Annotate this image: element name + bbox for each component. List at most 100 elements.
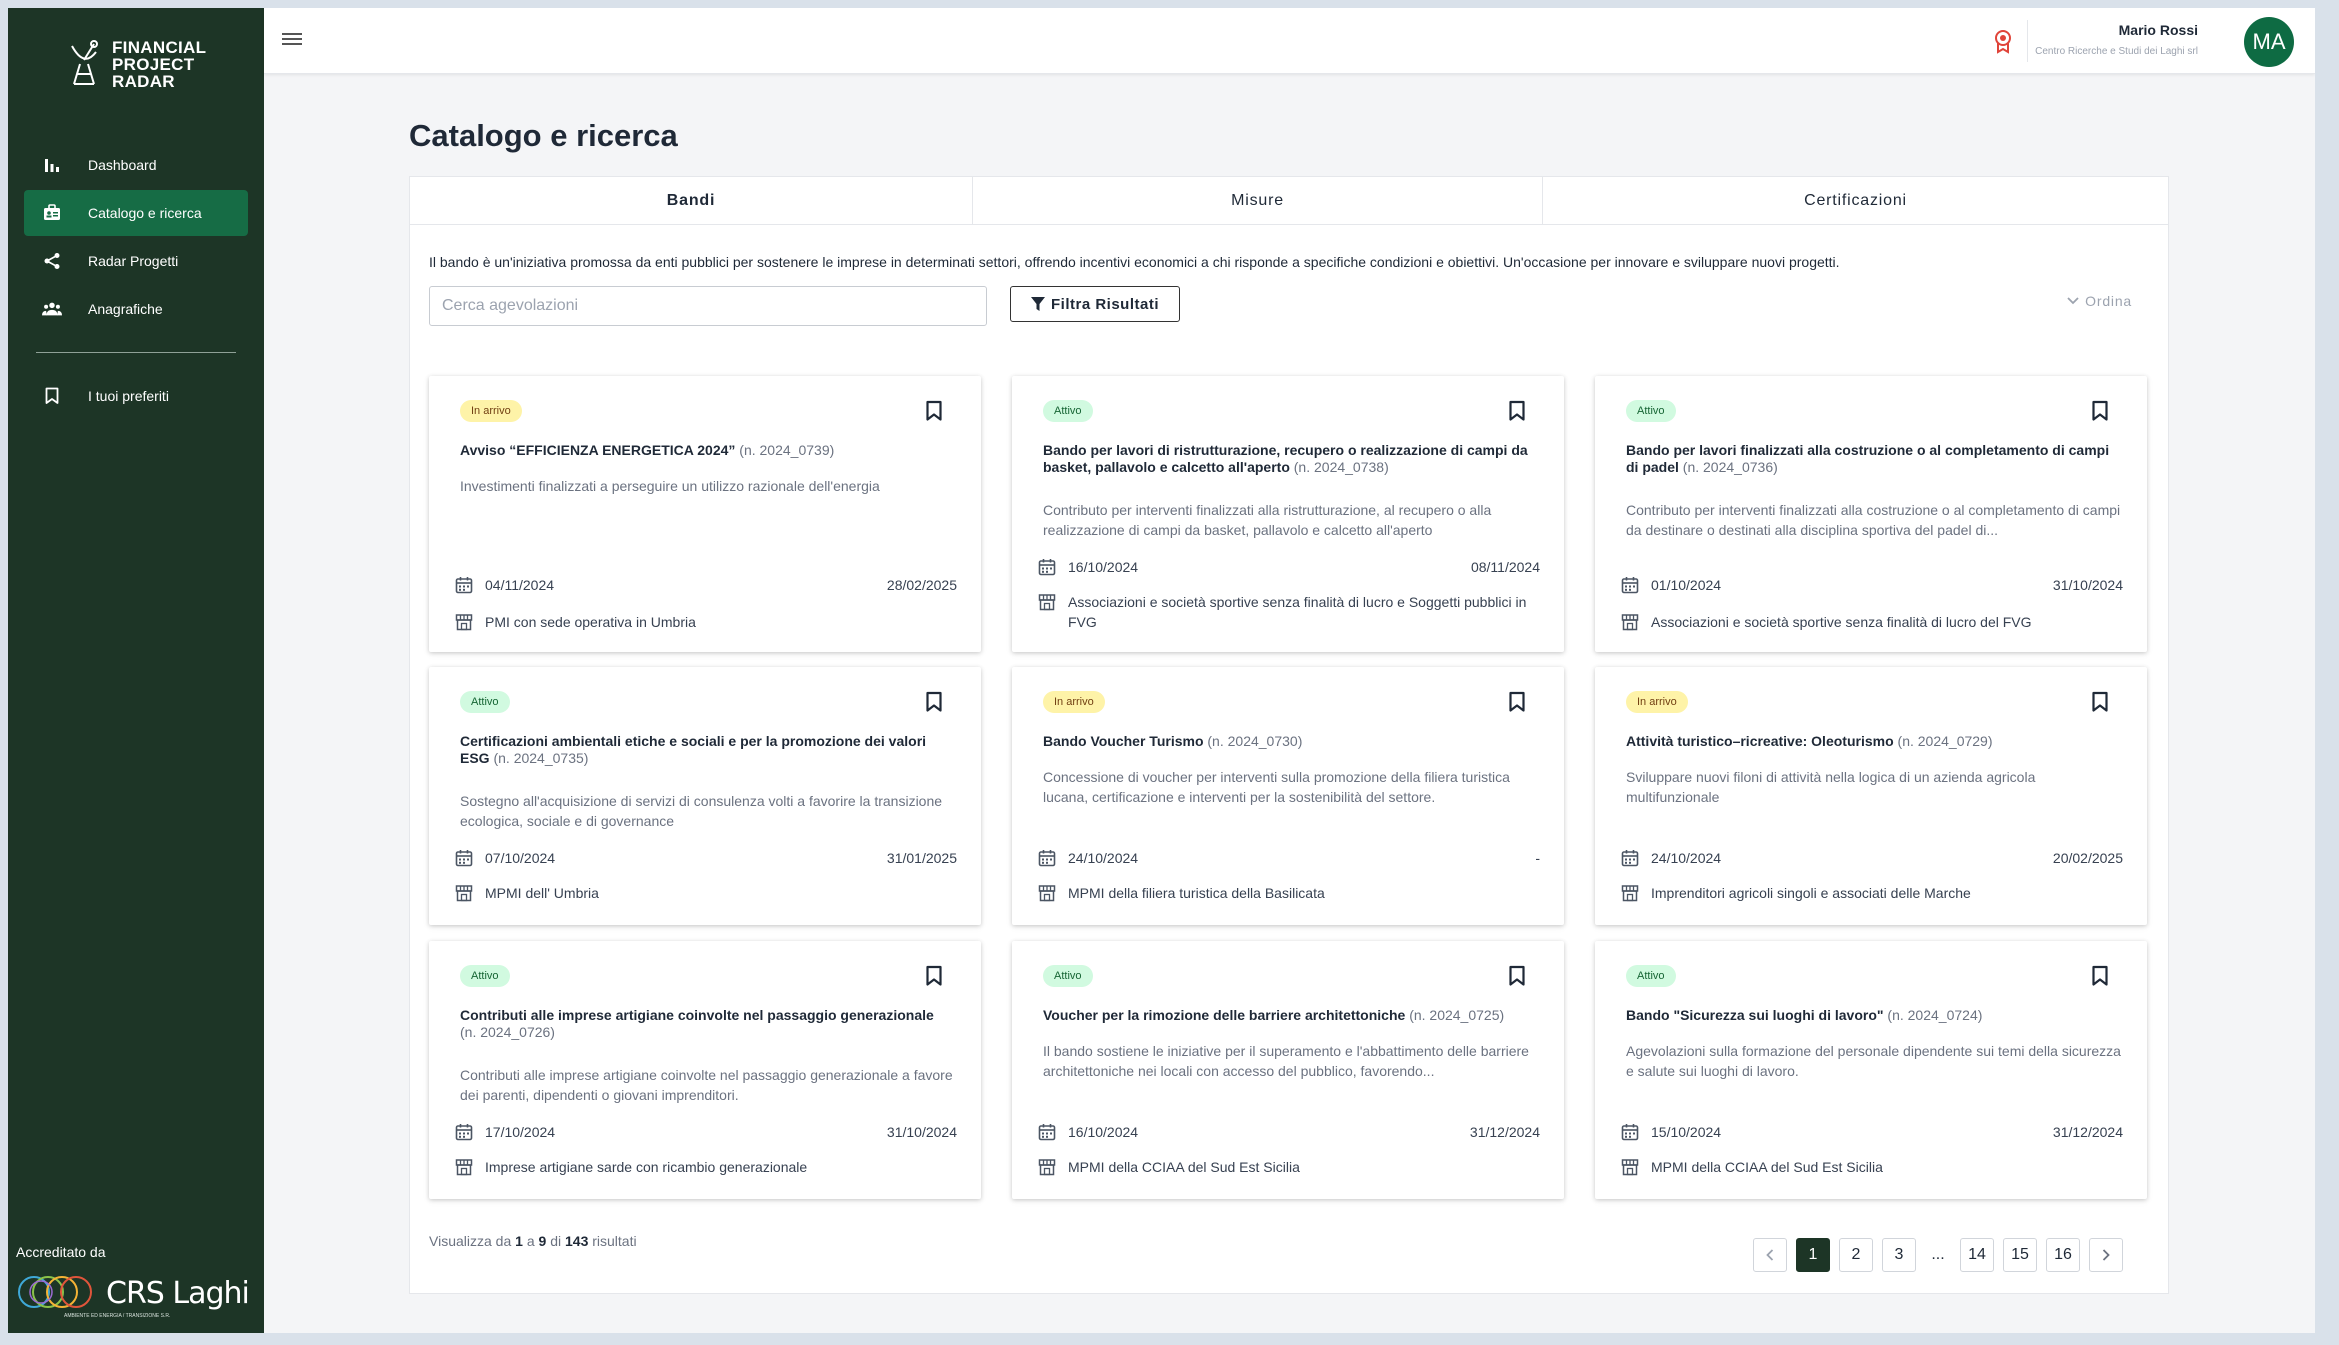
card-description: Investimenti finalizzati a perseguire un… xyxy=(460,478,880,494)
beneficiaries-text: Associazioni e società sportive senza fi… xyxy=(1651,614,2032,630)
chevron-right-icon xyxy=(2102,1249,2110,1261)
card-start-date: 07/10/2024 xyxy=(455,849,555,867)
bookmark-button[interactable] xyxy=(925,691,943,713)
page-button-14[interactable]: 14 xyxy=(1960,1238,1994,1272)
sidebar-item-catalogo[interactable]: Catalogo e ricerca xyxy=(24,190,248,236)
brand-logo[interactable]: FINANCIAL PROJECT RADAR xyxy=(66,38,206,90)
results-to: 9 xyxy=(538,1233,547,1249)
tab-bandi[interactable]: Bandi xyxy=(410,177,973,224)
bookmark-button[interactable] xyxy=(1508,965,1526,987)
bando-card[interactable]: In arrivo Bando Voucher Turismo (n. 2024… xyxy=(1012,667,1564,925)
bando-card[interactable]: In arrivo Avviso “EFFICIENZA ENERGETICA … xyxy=(429,376,981,652)
brand-line-1: FINANCIAL xyxy=(112,37,207,57)
store-icon xyxy=(1038,1159,1056,1176)
calendar-icon xyxy=(455,1124,473,1141)
card-number: (n. 2024_0724) xyxy=(1887,1007,1983,1023)
card-title[interactable]: Avviso “EFFICIENZA ENERGETICA 2024” (n. … xyxy=(460,442,950,459)
card-title[interactable]: Attività turistico–ricreative: Oleoturis… xyxy=(1626,733,2116,750)
card-title[interactable]: Voucher per la rimozione delle barriere … xyxy=(1043,1007,1533,1024)
award-icon[interactable] xyxy=(1994,28,2012,54)
page-button-16[interactable]: 16 xyxy=(2046,1238,2080,1272)
card-number: (n. 2024_0739) xyxy=(739,442,835,458)
results-total: 143 xyxy=(565,1233,589,1249)
pagination: 1 2 3 ... 14 15 16 xyxy=(1753,1238,2123,1272)
avatar[interactable]: MA xyxy=(2244,17,2294,67)
start-date-text: 07/10/2024 xyxy=(485,850,556,866)
sort-dropdown[interactable]: Ordina xyxy=(2067,293,2132,309)
card-beneficiaries: MPMI della CCIAA del Sud Est Sicilia xyxy=(1621,1157,2121,1177)
card-title[interactable]: Bando per lavori di ristrutturazione, re… xyxy=(1043,442,1533,476)
menu-toggle-icon[interactable] xyxy=(282,30,302,50)
page-button-3[interactable]: 3 xyxy=(1882,1238,1916,1272)
sidebar-item-radar-progetti[interactable]: Radar Progetti xyxy=(24,238,248,284)
start-date-text: 16/10/2024 xyxy=(1068,559,1139,575)
store-icon xyxy=(1038,594,1056,611)
bookmark-button[interactable] xyxy=(2091,965,2109,987)
sidebar-item-preferiti[interactable]: I tuoi preferiti xyxy=(24,373,248,419)
card-title-text: Voucher per la rimozione delle barriere … xyxy=(1043,1007,1406,1023)
card-start-date: 16/10/2024 xyxy=(1038,1123,1138,1141)
prev-page-button[interactable] xyxy=(1753,1238,1787,1272)
card-title[interactable]: Bando Voucher Turismo (n. 2024_0730) xyxy=(1043,733,1533,750)
bando-card[interactable]: Attivo Bando per lavori finalizzati alla… xyxy=(1595,376,2147,652)
page-button-2[interactable]: 2 xyxy=(1839,1238,1873,1272)
card-title[interactable]: Certificazioni ambientali etiche e socia… xyxy=(460,733,950,767)
bookmark-icon xyxy=(1509,965,1525,986)
calendar-icon xyxy=(1621,1124,1639,1141)
card-beneficiaries: Associazioni e società sportive senza fi… xyxy=(1621,612,2121,632)
bookmark-button[interactable] xyxy=(2091,400,2109,422)
sidebar-divider xyxy=(36,352,236,353)
card-title-text: Avviso “EFFICIENZA ENERGETICA 2024” xyxy=(460,442,736,458)
bookmark-button[interactable] xyxy=(2091,691,2109,713)
beneficiaries-text: PMI con sede operativa in Umbria xyxy=(485,614,696,630)
catalog-icon xyxy=(42,203,62,223)
page-button-15[interactable]: 15 xyxy=(2003,1238,2037,1272)
bando-card[interactable]: Attivo Contributi alle imprese artigiane… xyxy=(429,941,981,1199)
status-badge: Attivo xyxy=(1043,965,1093,987)
card-title[interactable]: Contributi alle imprese artigiane coinvo… xyxy=(460,1007,950,1041)
status-badge: Attivo xyxy=(1043,400,1093,422)
bookmark-button[interactable] xyxy=(1508,691,1526,713)
bando-card[interactable]: Attivo Bando "Sicurezza sui luoghi di la… xyxy=(1595,941,2147,1199)
bando-card[interactable]: Attivo Voucher per la rimozione delle ba… xyxy=(1012,941,1564,1199)
bookmark-icon xyxy=(42,386,62,406)
bookmark-button[interactable] xyxy=(925,965,943,987)
catalog-panel: Bandi Misure Certificazioni Il bando è u… xyxy=(409,176,2169,1294)
card-number: (n. 2024_0735) xyxy=(493,750,589,766)
card-start-date: 24/10/2024 xyxy=(1038,849,1138,867)
status-badge: Attivo xyxy=(1626,400,1676,422)
next-page-button[interactable] xyxy=(2089,1238,2123,1272)
card-title[interactable]: Bando "Sicurezza sui luoghi di lavoro" (… xyxy=(1626,1007,2116,1024)
radar-logo-icon xyxy=(71,40,98,85)
bookmark-button[interactable] xyxy=(1508,400,1526,422)
sidebar-item-label: Anagrafiche xyxy=(88,301,163,317)
bando-card[interactable]: Attivo Certificazioni ambientali etiche … xyxy=(429,667,981,925)
bando-card[interactable]: Attivo Bando per lavori di ristrutturazi… xyxy=(1012,376,1564,652)
bookmark-icon xyxy=(1509,400,1525,421)
card-end-date: 31/01/2025 xyxy=(886,850,957,866)
sidebar-item-label: Radar Progetti xyxy=(88,253,179,269)
tab-misure[interactable]: Misure xyxy=(973,177,1543,224)
beneficiaries-text: Imprese artigiane sarde con ricambio gen… xyxy=(485,1159,808,1175)
status-badge: Attivo xyxy=(460,965,510,987)
brand-line-3: RADAR xyxy=(112,71,175,91)
sidebar-item-anagrafiche[interactable]: Anagrafiche xyxy=(24,286,248,332)
calendar-icon xyxy=(1038,850,1056,867)
results-summary: Visualizza da 1 a 9 di 143 risultati xyxy=(429,1233,637,1249)
card-end-date: 31/10/2024 xyxy=(2052,577,2123,593)
results-prefix: Visualizza da xyxy=(429,1233,512,1249)
bando-card[interactable]: In arrivo Attività turistico–ricreative:… xyxy=(1595,667,2147,925)
bookmark-button[interactable] xyxy=(925,400,943,422)
card-title[interactable]: Bando per lavori finalizzati alla costru… xyxy=(1626,442,2116,476)
sidebar-item-dashboard[interactable]: Dashboard xyxy=(24,142,248,188)
card-number: (n. 2024_0725) xyxy=(1409,1007,1505,1023)
filter-button[interactable]: Filtra Risultati xyxy=(1010,286,1180,322)
card-beneficiaries: MPMI della filiera turistica della Basil… xyxy=(1038,883,1538,903)
topbar: Mario Rossi Centro Ricerche e Studi dei … xyxy=(264,8,2315,74)
tab-certificazioni[interactable]: Certificazioni xyxy=(1543,177,2168,224)
card-description: Contributo per interventi finalizzati al… xyxy=(1626,502,2121,538)
search-input[interactable] xyxy=(429,286,987,326)
page-button-1[interactable]: 1 xyxy=(1796,1238,1830,1272)
start-date-text: 15/10/2024 xyxy=(1651,1124,1722,1140)
card-description: Contributi alle imprese artigiane coinvo… xyxy=(460,1067,953,1103)
